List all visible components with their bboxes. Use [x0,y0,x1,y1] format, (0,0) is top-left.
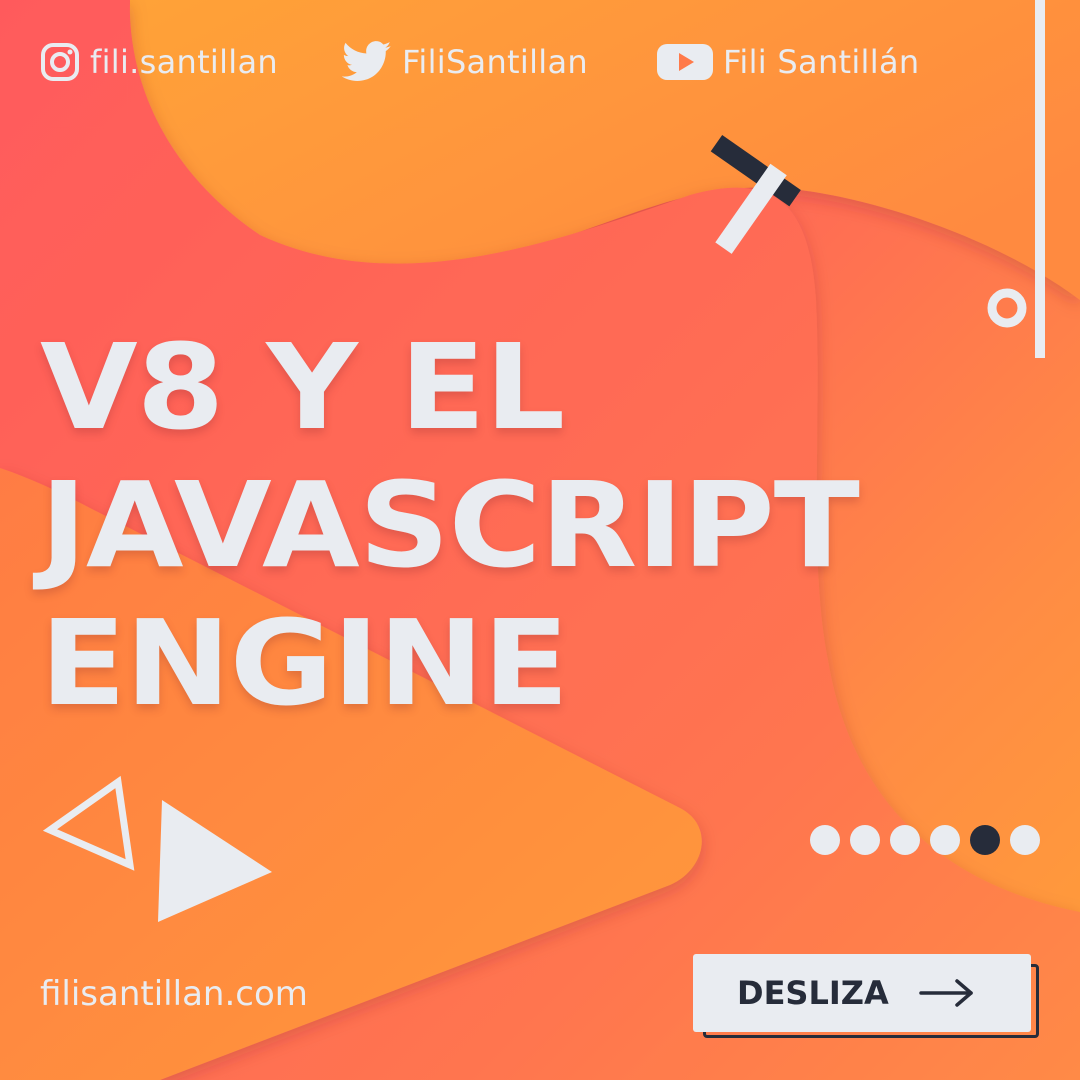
instagram-link[interactable]: fili.santillan [40,40,278,84]
decor-ring [987,288,1027,328]
youtube-link[interactable]: Fili Santillán [657,40,919,84]
headline-line-1: V8 Y EL [40,318,565,456]
twitter-link[interactable]: FiliSantillan [342,40,588,84]
website-link[interactable]: filisantillan.com [40,974,308,1014]
pagination-dot[interactable] [890,825,920,855]
pagination-dot[interactable] [1010,825,1040,855]
youtube-channel: Fili Santillán [723,43,920,81]
pagination-dot[interactable] [850,825,880,855]
headline: V8 Y EL JAVASCRIPT ENGINE [40,318,860,732]
instagram-handle: fili.santillan [90,43,278,81]
slide-canvas: fili.santillan FiliSantillan Fili Santil… [0,0,1080,1080]
decor-vertical-bar [1035,0,1045,358]
swipe-button-label: DESLIZA [737,974,889,1012]
twitter-bird-icon [342,41,392,81]
instagram-icon [41,43,79,81]
swipe-button[interactable]: DESLIZA [693,954,1031,1032]
headline-line-3: ENGINE [40,594,569,732]
youtube-play-icon [657,44,713,80]
twitter-handle: FiliSantillan [402,43,588,81]
pagination-dots [810,825,1040,855]
headline-line-2: JAVASCRIPT [40,456,860,594]
pagination-dot[interactable] [810,825,840,855]
pagination-dot[interactable] [970,825,1000,855]
pagination-dot[interactable] [930,825,960,855]
arrow-right-icon [918,979,973,1007]
